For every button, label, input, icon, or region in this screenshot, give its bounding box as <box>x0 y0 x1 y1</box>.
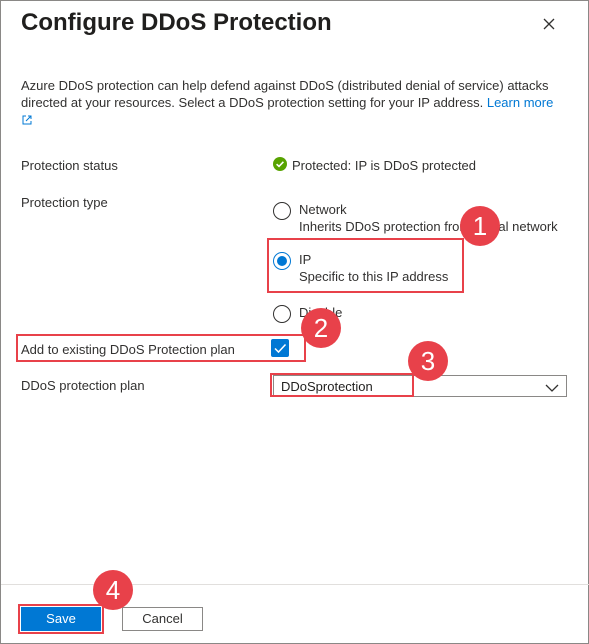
step-badge-1: 1 <box>460 206 500 246</box>
dialog-title: Configure DDoS Protection <box>21 9 332 36</box>
radio-button-disable[interactable] <box>273 305 291 323</box>
protection-status-label: Protection status <box>21 158 118 173</box>
footer-divider <box>1 584 589 585</box>
close-icon[interactable] <box>538 13 560 35</box>
radio-option-ip[interactable]: IP Specific to this IP address <box>273 251 448 285</box>
option-ip-sublabel: Specific to this IP address <box>299 269 449 284</box>
radio-button-ip[interactable] <box>273 252 291 270</box>
external-link-icon <box>21 113 33 130</box>
learn-more-label: Learn more <box>486 95 554 110</box>
dialog-description: Azure DDoS protection can help defend ag… <box>21 77 569 130</box>
add-to-plan-checkbox[interactable] <box>271 339 289 357</box>
check-circle-icon <box>273 157 287 174</box>
protection-type-label: Protection type <box>21 195 108 210</box>
ddos-plan-label: DDoS protection plan <box>21 378 145 393</box>
step-badge-2: 2 <box>301 308 341 348</box>
protection-status-value: Protected: IP is DDoS protected <box>273 157 476 174</box>
save-button[interactable]: Save <box>21 607 101 631</box>
radio-option-network[interactable]: Network Inherits DDoS protection from vi… <box>273 201 558 235</box>
status-text: Protected: IP is DDoS protected <box>292 158 477 173</box>
cancel-button[interactable]: Cancel <box>122 607 203 631</box>
ddos-plan-selected-value: DDoSprotection <box>281 379 373 394</box>
description-text: Azure DDoS protection can help defend ag… <box>21 78 549 110</box>
chevron-down-icon <box>545 381 559 396</box>
radio-button-network[interactable] <box>273 202 291 220</box>
option-ip-label: IP <box>299 252 312 267</box>
step-badge-4: 4 <box>93 570 133 610</box>
add-to-plan-label: Add to existing DDoS Protection plan <box>21 342 235 357</box>
option-network-label: Network <box>299 202 347 217</box>
configure-ddos-dialog: Configure DDoS Protection Azure DDoS pro… <box>0 0 589 644</box>
checkmark-icon <box>274 343 287 354</box>
step-badge-3: 3 <box>408 341 448 381</box>
option-network-sublabel: Inherits DDoS protection from virtual ne… <box>299 219 558 234</box>
